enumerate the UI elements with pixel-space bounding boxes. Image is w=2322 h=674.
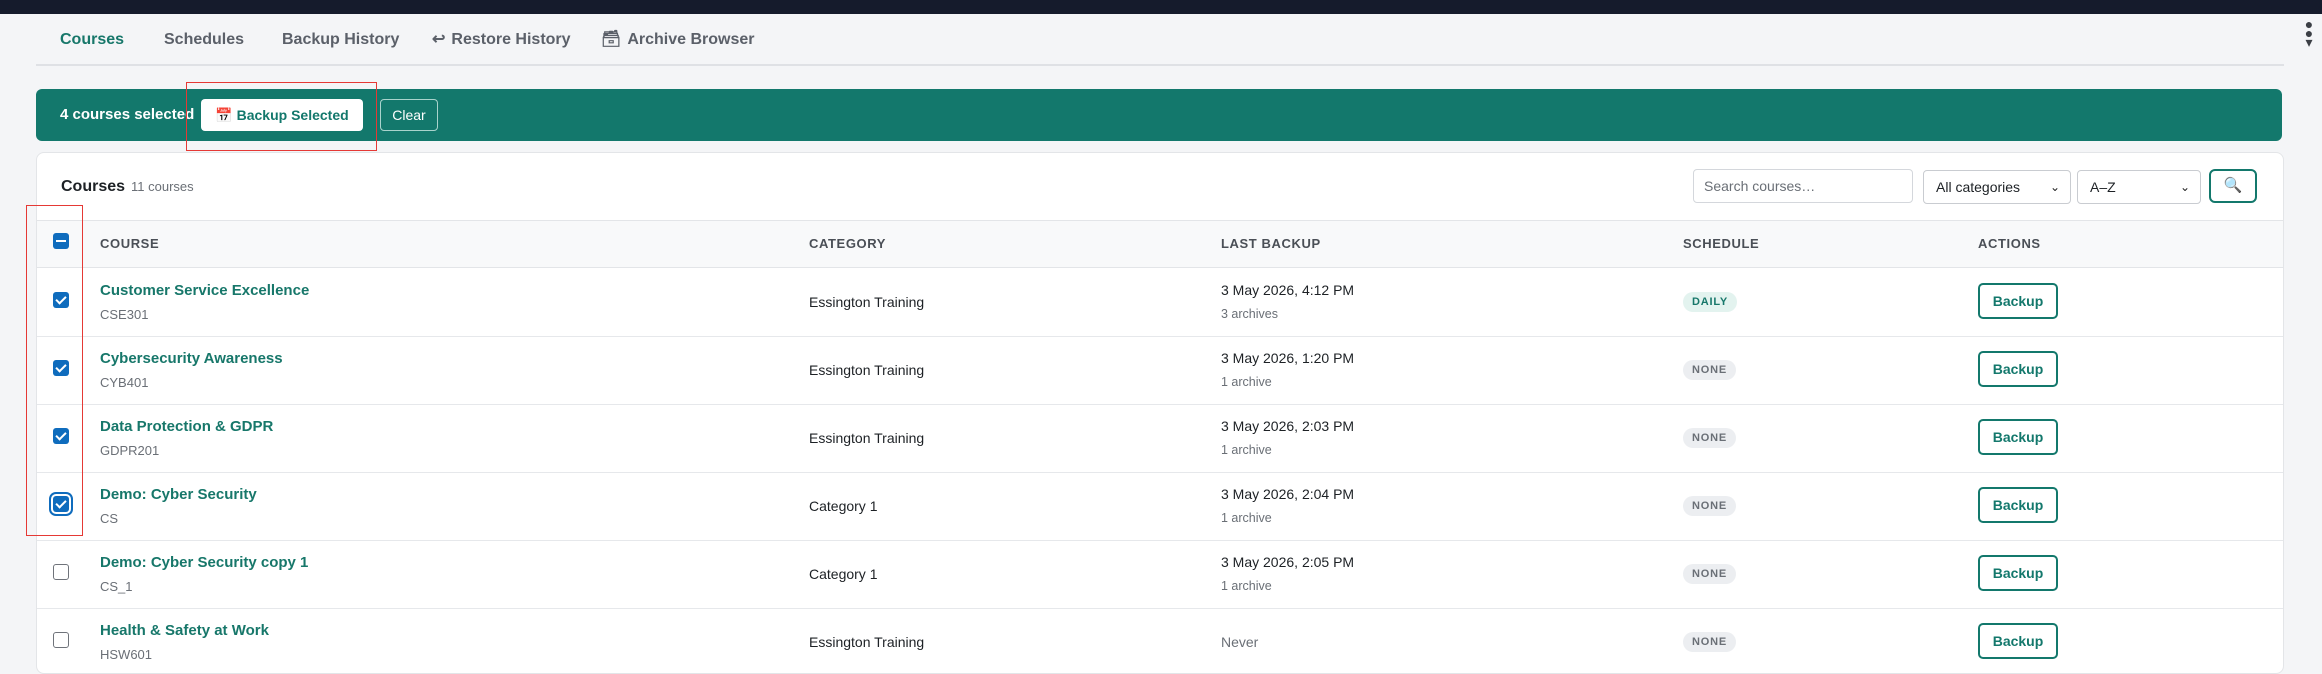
last-backup-time: 3 May 2026, 2:03 PM [1221,418,1355,434]
backup-button[interactable]: Backup [1978,283,2058,319]
row-checkbox[interactable] [53,564,69,580]
course-category: Essington Training [809,634,925,650]
search-courses-input[interactable] [1693,169,1913,203]
row-checkbox[interactable] [53,496,69,512]
course-code: HSW601 [100,647,153,662]
row-checkbox[interactable] [53,632,69,648]
course-category: Category 1 [809,566,878,582]
archive-count: 1 archive [1221,579,1272,593]
course-name-link[interactable]: Data Protection & GDPR [100,418,273,436]
tab-courses[interactable]: Courses [60,28,124,52]
course-name-link[interactable]: Customer Service Excellence [100,282,309,300]
courses-panel-header: Courses11 courses All categories⌄ A–Z⌄ 🔍 [37,153,2283,221]
schedule-badge: NONE [1683,632,1736,652]
archive-count: 1 archive [1221,375,1272,389]
course-category: Essington Training [809,430,925,446]
course-name-link[interactable]: Demo: Cyber Security [100,486,257,504]
tab-archive-browser[interactable]: 🗃 Archive Browser [601,28,754,52]
archive-count: 1 archive [1221,511,1272,525]
column-header-schedule: SCHEDULE [1683,236,1760,251]
schedule-badge: NONE [1683,428,1736,448]
backup-button[interactable]: Backup [1978,419,2058,455]
last-backup-time: 3 May 2026, 1:20 PM [1221,350,1355,366]
course-category: Category 1 [809,498,878,514]
archive-box-icon: 🗃 [601,31,622,48]
course-category: Essington Training [809,294,925,310]
row-checkbox[interactable] [53,360,69,376]
table-row: Data Protection & GDPR GDPR201 Essington… [37,404,2283,473]
chevron-down-icon: ⌄ [2179,180,2190,194]
tab-backup-history[interactable]: Backup History [282,28,399,52]
table-row: Customer Service Excellence CSE301 Essin… [37,268,2283,337]
sort-select[interactable]: A–Z ⌄ [2077,170,2201,204]
selected-count: 4 courses selected [60,106,195,123]
select-all-checkbox[interactable] [53,233,69,249]
clear-selection-button[interactable]: Clear [380,99,438,131]
schedule-badge: DAILY [1683,292,1737,312]
column-header-category: CATEGORY [809,236,887,251]
column-header-actions: ACTIONS [1978,236,2041,251]
course-name-link[interactable]: Cybersecurity Awareness [100,350,283,368]
schedule-badge: NONE [1683,360,1736,380]
table-header: COURSE CATEGORY LAST BACKUP SCHEDULE ACT… [37,221,2283,268]
more-options-icon[interactable]: ● ● ▾ [2302,17,2316,58]
backup-selected-button[interactable]: 📅 Backup Selected [201,99,363,131]
table-row: Health & Safety at Work HSW601 Essington… [37,608,2283,673]
tab-schedules[interactable]: Schedules [164,28,244,52]
backup-button[interactable]: Backup [1978,351,2058,387]
table-row: Demo: Cyber Security CS Category 1 3 May… [37,472,2283,541]
course-code: CYB401 [100,375,149,390]
column-header-last-backup: LAST BACKUP [1221,236,1321,251]
table-row: Cybersecurity Awareness CYB401 Essington… [37,336,2283,405]
row-checkbox[interactable] [53,428,69,444]
courses-count: 11 courses [131,179,194,194]
schedule-badge: NONE [1683,496,1736,516]
search-icon: 🔍 [2223,177,2243,194]
last-backup-time: 3 May 2026, 2:04 PM [1221,486,1355,502]
course-code: GDPR201 [100,443,160,458]
selection-banner: 4 courses selected 📅 Backup Selected Cle… [36,89,2282,141]
last-backup-time: 3 May 2026, 2:05 PM [1221,554,1355,570]
restore-icon: ↩ [432,31,446,48]
course-name-link[interactable]: Health & Safety at Work [100,622,269,640]
tab-bar: Courses Schedules Backup History ↩ Restor… [36,14,2313,66]
course-category: Essington Training [809,362,925,378]
course-name-link[interactable]: Demo: Cyber Security copy 1 [100,554,308,572]
calendar-icon: 📅 [215,107,233,123]
courses-panel: Courses11 courses All categories⌄ A–Z⌄ 🔍… [36,152,2284,674]
archive-count: 3 archives [1221,307,1278,321]
search-button[interactable]: 🔍 [2209,169,2257,203]
courses-title: Courses 11 courses [61,178,194,195]
course-code: CSE301 [100,307,149,322]
course-code: CS [100,511,119,526]
backup-button[interactable]: Backup [1978,487,2058,523]
archive-count: 1 archive [1221,443,1272,457]
tab-restore-history[interactable]: ↩ Restore History [432,28,571,52]
table-row: Demo: Cyber Security copy 1 CS_1 Categor… [37,540,2283,609]
backup-button[interactable]: Backup [1978,555,2058,591]
course-code: CS_1 [100,579,133,594]
row-checkbox[interactable] [53,292,69,308]
category-filter-select[interactable]: All categories ⌄ [1923,170,2071,204]
last-backup-time: Never [1221,634,1259,650]
column-header-course: COURSE [100,236,160,251]
backup-button[interactable]: Backup [1978,623,2058,659]
last-backup-time: 3 May 2026, 4:12 PM [1221,282,1355,298]
schedule-badge: NONE [1683,564,1736,584]
top-bar [0,0,2322,14]
chevron-down-icon: ⌄ [2049,180,2060,194]
